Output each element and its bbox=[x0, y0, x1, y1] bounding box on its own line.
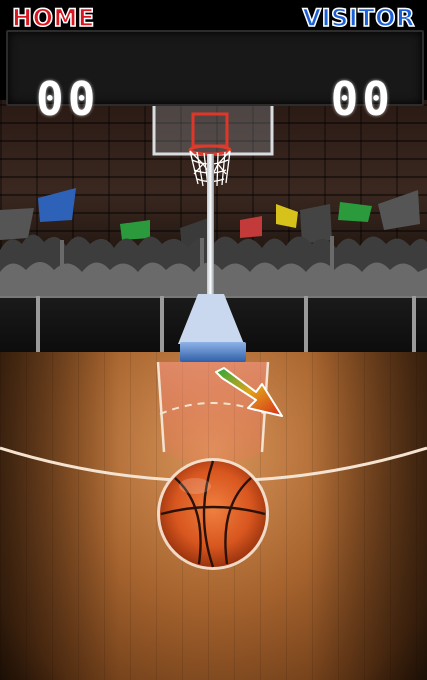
game-scene[interactable]: 00 00 HOME VISITOR bbox=[0, 0, 427, 680]
barrier-post bbox=[412, 296, 416, 352]
basketball-icon[interactable] bbox=[155, 456, 271, 572]
visitor-score: 00 bbox=[330, 72, 394, 126]
hoop-pole bbox=[207, 154, 214, 294]
hoop-base-block bbox=[180, 342, 246, 362]
barrier-post bbox=[304, 296, 308, 352]
home-score: 00 bbox=[36, 72, 100, 126]
scoreboard: 00 00 bbox=[6, 30, 424, 126]
basketball-hoop bbox=[152, 86, 274, 362]
hoop-base bbox=[178, 294, 244, 344]
barrier-post bbox=[36, 296, 40, 352]
visitor-label: VISITOR bbox=[302, 3, 415, 33]
home-label: HOME bbox=[11, 3, 95, 33]
arrow-down-right-icon bbox=[215, 367, 283, 417]
